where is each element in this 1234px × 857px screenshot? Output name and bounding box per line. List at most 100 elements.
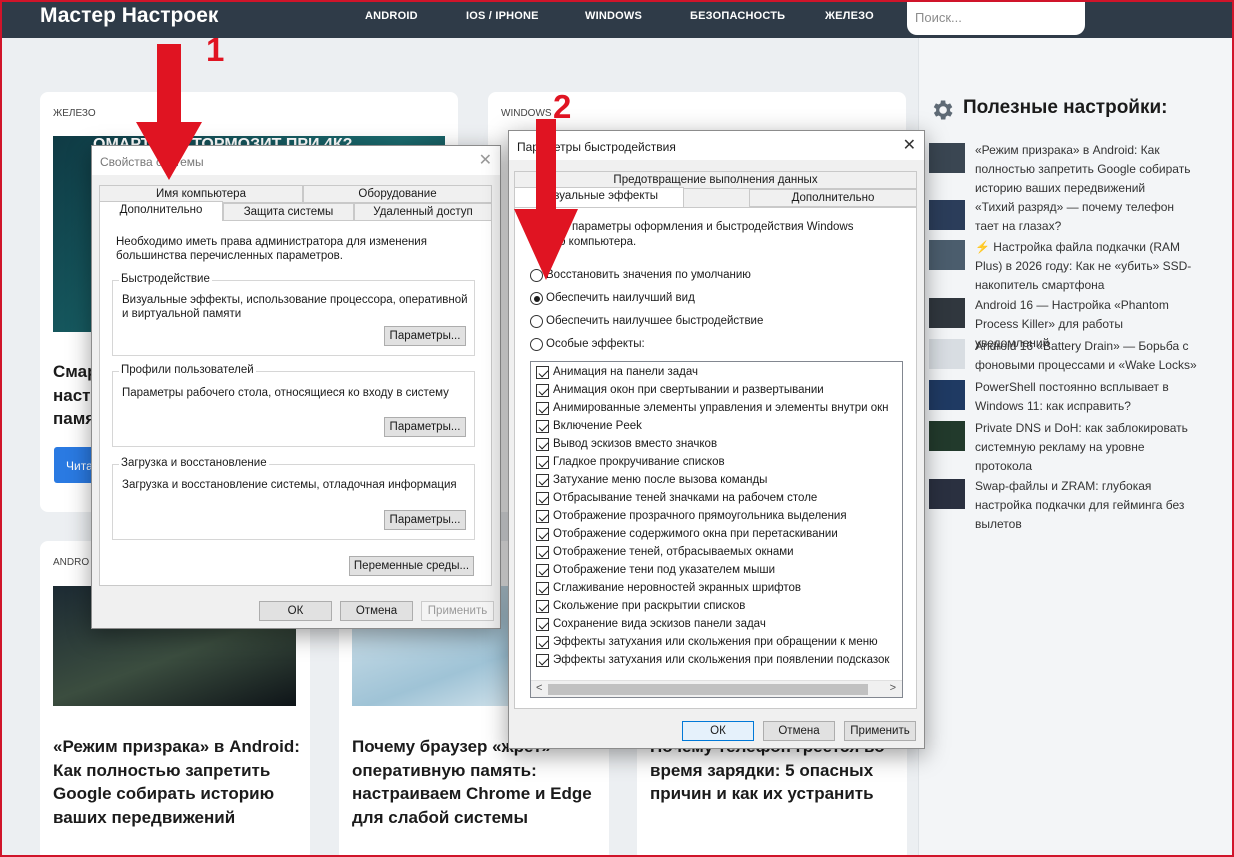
site-logo[interactable]: Мастер Настроек [40, 4, 218, 28]
cancel-button[interactable]: Отмена [763, 721, 835, 741]
tab-advanced[interactable]: Дополнительно [749, 189, 917, 207]
performance-group: Быстродействие Визуальные эффекты, испол… [112, 273, 475, 356]
sidebar-thumb[interactable] [929, 421, 965, 451]
tab-hardware[interactable]: Оборудование [303, 185, 492, 203]
sidebar-thumb[interactable] [929, 200, 965, 230]
checkbox[interactable] [536, 420, 549, 433]
sidebar-thumb[interactable] [929, 479, 965, 509]
effect-item[interactable]: Эффекты затухания или скольжения при поя… [536, 652, 902, 670]
card-category[interactable]: ЖЕЛЕЗО [53, 108, 96, 119]
checkbox[interactable] [536, 654, 549, 667]
radio-custom-label[interactable]: Особые эффекты: [546, 338, 645, 350]
group-label: Загрузка и восстановление [119, 457, 269, 469]
effect-item[interactable]: Вывод эскизов вместо значков [536, 436, 902, 454]
checkbox[interactable] [536, 384, 549, 397]
ok-button[interactable]: ОК [259, 601, 332, 621]
radio-best-performance-label[interactable]: Обеспечить наилучшее быстродействие [546, 315, 763, 327]
effect-item[interactable]: Гладкое прокручивание списков [536, 454, 902, 472]
checkbox[interactable] [536, 546, 549, 559]
checkbox[interactable] [536, 528, 549, 541]
annotation-arrow-icon [136, 44, 202, 180]
sidebar-item-link[interactable]: Swap-файлы и ZRAM: глубокая настройка по… [975, 477, 1197, 534]
radio-best-performance[interactable] [530, 315, 543, 328]
annotation-number: 2 [553, 88, 572, 125]
effect-item[interactable]: Скольжение при раскрытии списков [536, 598, 902, 616]
effect-item[interactable]: Сглаживание неровностей экранных шрифтов [536, 580, 902, 598]
tab-advanced[interactable]: Дополнительно [99, 201, 223, 221]
radio-custom[interactable] [530, 338, 543, 351]
card-title[interactable]: «Режим призрака» в Android: Как полность… [53, 735, 301, 829]
checkbox[interactable] [536, 564, 549, 577]
effect-item[interactable]: Сохранение вида эскизов панели задач [536, 616, 902, 634]
horizontal-scrollbar[interactable]: < > [531, 680, 902, 697]
apply-button[interactable]: Применить [844, 721, 916, 741]
effect-item[interactable]: Включение Peek [536, 418, 902, 436]
checkbox[interactable] [536, 582, 549, 595]
checkbox[interactable] [536, 600, 549, 613]
cancel-button[interactable]: Отмена [340, 601, 413, 621]
environment-variables-button[interactable]: Переменные среды... [349, 556, 474, 576]
close-icon[interactable]: ✕ [903, 135, 916, 155]
radio-best-appearance[interactable] [530, 292, 543, 305]
effect-item[interactable]: Затухание меню после вызова команды [536, 472, 902, 490]
sidebar-item-link[interactable]: ⚡ Настройка файла подкачки (RAM Plus) в … [975, 238, 1197, 295]
nav-windows[interactable]: WINDOWS [585, 10, 642, 22]
nav-security[interactable]: БЕЗОПАСНОСТЬ [690, 10, 785, 22]
close-icon[interactable]: ✕ [479, 150, 492, 170]
sidebar-thumb[interactable] [929, 143, 965, 173]
effect-item[interactable]: Анимированные элементы управления и элем… [536, 400, 902, 418]
ok-button[interactable]: ОК [682, 721, 754, 741]
radio-best-appearance-label[interactable]: Обеспечить наилучший вид [546, 292, 695, 304]
nav-ios[interactable]: IOS / IPHONE [466, 10, 539, 22]
effect-item[interactable]: Анимация окон при свертывании и разверты… [536, 382, 902, 400]
scroll-left-icon[interactable]: < [536, 682, 542, 694]
effect-item[interactable]: Анимация на панели задач [536, 364, 902, 382]
checkbox[interactable] [536, 510, 549, 523]
effects-list[interactable]: Анимация на панели задач Анимация окон п… [530, 361, 903, 698]
checkbox[interactable] [536, 492, 549, 505]
sidebar-item-link[interactable]: Private DNS и DoH: как заблокировать сис… [975, 419, 1197, 476]
sidebar-thumb[interactable] [929, 380, 965, 410]
effect-item[interactable]: Отображение прозрачного прямоугольника в… [536, 508, 902, 526]
scroll-right-icon[interactable]: > [890, 682, 896, 694]
group-label: Быстродействие [119, 273, 212, 285]
performance-settings-button[interactable]: Параметры... [384, 326, 466, 346]
sidebar-item-link[interactable]: PowerShell постоянно всплывает в Windows… [975, 378, 1197, 416]
nav-android[interactable]: ANDROID [365, 10, 418, 22]
sidebar-item-link[interactable]: Android 16 «Battery Drain» — Борьба с фо… [975, 337, 1197, 375]
checkbox[interactable] [536, 438, 549, 451]
card-category[interactable]: ANDRO [53, 557, 89, 568]
profiles-settings-button[interactable]: Параметры... [384, 417, 466, 437]
tab-remote-access[interactable]: Удаленный доступ [354, 203, 492, 221]
checkbox[interactable] [536, 474, 549, 487]
scroll-thumb[interactable] [548, 684, 868, 695]
apply-button[interactable]: Применить [421, 601, 494, 621]
user-profiles-group: Профили пользователей Параметры рабочего… [112, 364, 475, 447]
sidebar-thumb[interactable] [929, 339, 965, 369]
sidebar-thumb[interactable] [929, 298, 965, 328]
sidebar-thumb[interactable] [929, 240, 965, 270]
intro-text-line1: ерите параметры оформления и быстродейст… [538, 221, 854, 233]
tab-system-protection[interactable]: Защита системы [223, 203, 354, 221]
group-description: Загрузка и восстановление системы, отлад… [122, 479, 457, 491]
startup-settings-button[interactable]: Параметры... [384, 510, 466, 530]
sidebar-title: Полезные настройки: [963, 97, 1168, 118]
nav-hardware[interactable]: ЖЕЛЕЗО [825, 10, 874, 22]
checkbox[interactable] [536, 618, 549, 631]
sidebar-item-link[interactable]: «Режим призрака» в Android: Как полность… [975, 141, 1197, 198]
checkbox[interactable] [536, 402, 549, 415]
sidebar-item-link[interactable]: «Тихий разряд» — почему телефон тает на … [975, 198, 1197, 236]
annotation-arrow-icon [514, 119, 578, 280]
admin-note: Необходимо иметь права администратора дл… [116, 236, 427, 262]
search-input[interactable] [907, 0, 1085, 35]
effect-item[interactable]: Отбрасывание теней значками на рабочем с… [536, 490, 902, 508]
effect-item[interactable]: Отображение тени под указателем мыши [536, 562, 902, 580]
checkbox[interactable] [536, 366, 549, 379]
effect-item[interactable]: Эффекты затухания или скольжения при обр… [536, 634, 902, 652]
effect-item[interactable]: Отображение теней, отбрасываемых окнами [536, 544, 902, 562]
checkbox[interactable] [536, 456, 549, 469]
card-title[interactable]: Почему браузер «жрет» оперативную память… [352, 735, 600, 829]
effect-item[interactable]: Отображение содержимого окна при перетас… [536, 526, 902, 544]
checkbox[interactable] [536, 636, 549, 649]
annotation-number: 1 [206, 31, 225, 68]
